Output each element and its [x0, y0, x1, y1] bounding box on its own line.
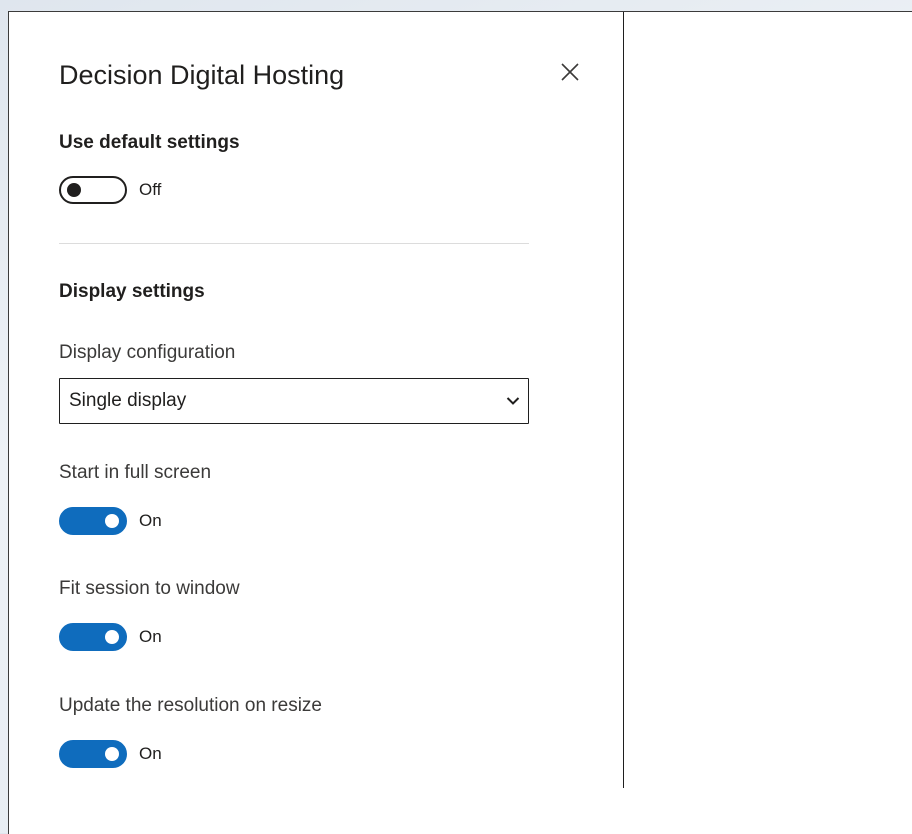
fit-session-toggle[interactable]	[59, 623, 127, 651]
default-settings-toggle[interactable]	[59, 176, 127, 204]
update-resolution-toggle-state: On	[139, 744, 162, 763]
toggle-knob	[67, 183, 81, 197]
display-configuration-value: Single display	[69, 390, 187, 411]
full-screen-toggle[interactable]	[59, 507, 127, 535]
full-screen-toggle-state: On	[139, 511, 162, 530]
full-screen-label: Start in full screen	[59, 462, 212, 483]
update-resolution-toggle[interactable]	[59, 740, 127, 768]
toggle-knob	[105, 747, 119, 761]
toggle-knob	[105, 630, 119, 644]
toggle-knob	[105, 514, 119, 528]
update-resolution-label: Update the resolution on resize	[59, 695, 322, 716]
app-window: Decision Digital Hosting Use default set…	[8, 11, 912, 834]
display-configuration-label: Display configuration	[59, 342, 236, 363]
settings-panel: Decision Digital Hosting Use default set…	[9, 12, 624, 788]
fit-session-label: Fit session to window	[59, 578, 240, 599]
default-settings-heading: Use default settings	[59, 132, 240, 153]
display-settings-heading: Display settings	[59, 281, 205, 302]
full-screen-toggle-row: On	[59, 506, 162, 536]
close-icon	[560, 62, 580, 87]
display-configuration-select[interactable]: Single display	[59, 378, 529, 424]
default-settings-toggle-state: Off	[139, 180, 162, 199]
default-settings-toggle-row: Off	[59, 175, 161, 205]
panel-title: Decision Digital Hosting	[59, 60, 345, 90]
update-resolution-toggle-row: On	[59, 739, 162, 769]
fit-session-toggle-row: On	[59, 622, 162, 652]
fit-session-toggle-state: On	[139, 627, 162, 646]
close-button[interactable]	[557, 61, 583, 87]
divider	[59, 243, 529, 244]
chevron-down-icon	[506, 396, 520, 406]
